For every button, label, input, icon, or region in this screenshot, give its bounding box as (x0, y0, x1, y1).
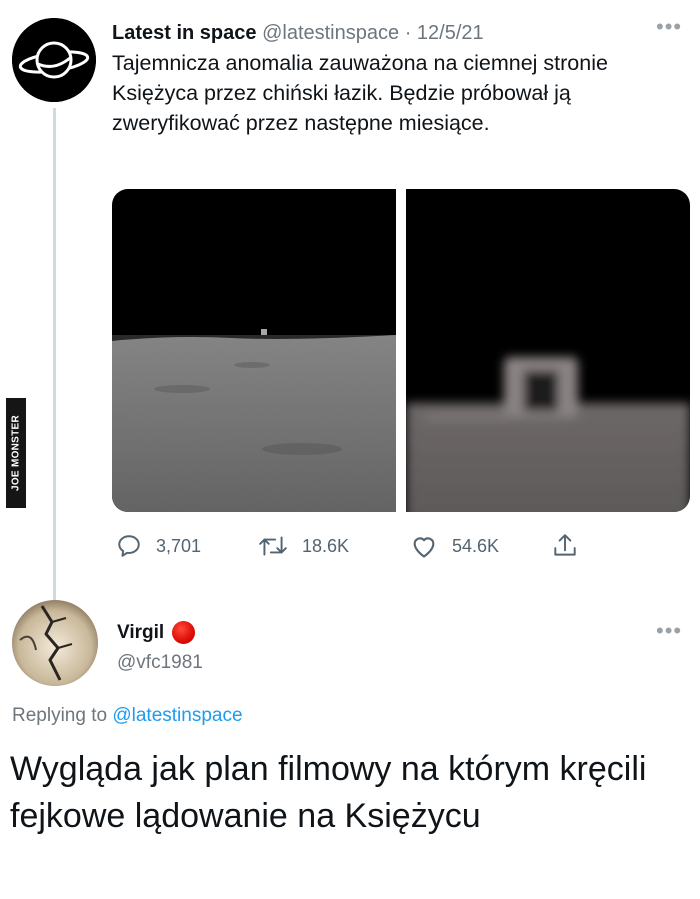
like-action[interactable]: 54.6K (410, 530, 499, 562)
reply-text: Wygląda jak plan filmowy na którym kręci… (10, 750, 647, 835)
avatar-latest-in-space[interactable] (12, 18, 96, 102)
author-handle[interactable]: @latestinspace (262, 22, 399, 44)
author-display-name[interactable]: Latest in space (112, 22, 257, 44)
zoomed-anomaly-photo[interactable] (406, 189, 690, 512)
tweet-text: Tajemnicza anomalia zauważona na ciemnej… (112, 51, 608, 135)
tweet-date[interactable]: 12/5/21 (417, 22, 484, 44)
red-circle-icon (172, 621, 196, 644)
date-separator: · (404, 22, 412, 44)
tweet-header: Latest in space @latestinspace · 12/5/21 (112, 20, 484, 46)
watermark: JOE MONSTER (6, 398, 26, 508)
more-options-icon[interactable]: ••• (656, 16, 682, 38)
replying-to-mention[interactable]: @latestinspace (112, 705, 242, 726)
cracked-avatar-image (12, 600, 98, 686)
reply-author-display-name[interactable]: Virgil (117, 622, 164, 644)
reply-action[interactable]: 3,701 (116, 530, 201, 562)
reply-author-handle[interactable]: @vfc1981 (117, 652, 203, 674)
replying-to-prefix: Replying to (12, 705, 108, 726)
more-options-icon-reply[interactable]: ••• (656, 620, 682, 642)
retweet-icon (259, 536, 287, 556)
heart-icon (413, 537, 435, 558)
reply-author[interactable]: Virgil (117, 621, 196, 644)
retweet-count: 18.6K (302, 535, 350, 556)
moon-surface-photo[interactable] (112, 189, 396, 512)
reply-count: 3,701 (156, 535, 202, 556)
avatar-virgil[interactable] (12, 600, 98, 686)
reply-icon (118, 535, 140, 557)
share-action[interactable] (552, 530, 578, 562)
retweet-action[interactable]: 18.6K (258, 530, 349, 562)
share-icon (554, 534, 576, 556)
saturn-icon (12, 18, 96, 102)
replying-to-line: Replying to @latestinspace (12, 705, 243, 727)
thread-connector-line (53, 108, 56, 603)
tweet-media[interactable] (112, 189, 690, 512)
watermark-text: JOE MONSTER (10, 414, 22, 492)
like-count: 54.6K (452, 535, 500, 556)
tweet-actions: 3,701 18.6K 54.6K (112, 530, 632, 562)
